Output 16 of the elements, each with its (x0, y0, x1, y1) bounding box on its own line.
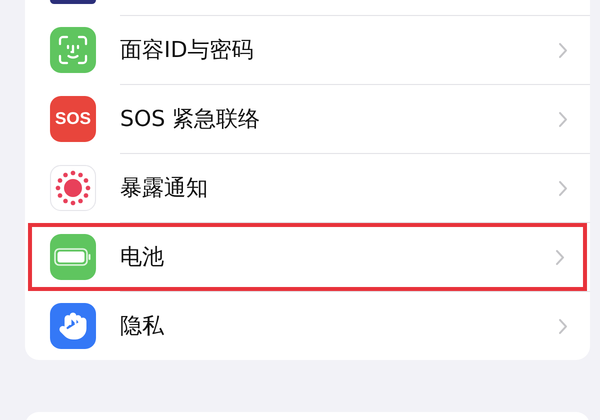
chevron-icon (558, 42, 568, 58)
battery-icon (50, 234, 96, 280)
app-icon (50, 0, 96, 4)
settings-row[interactable]: 面容ID与密码 (25, 16, 590, 84)
sos-icon: SOS (50, 96, 96, 142)
chevron-icon (558, 110, 568, 128)
settings-row[interactable]: 暴露通知 (25, 154, 590, 222)
hand-icon (50, 303, 96, 349)
chevron-icon (558, 318, 568, 334)
chevron-icon (558, 180, 568, 196)
face-id-icon (50, 27, 96, 73)
chevron-icon (555, 248, 565, 266)
settings-row[interactable]: 电池 (28, 223, 587, 291)
exposure-icon (50, 165, 96, 211)
settings-row[interactable]: 隐私 (25, 292, 590, 360)
settings-row[interactable]: SOS SOS 紧急联络 (25, 85, 590, 153)
